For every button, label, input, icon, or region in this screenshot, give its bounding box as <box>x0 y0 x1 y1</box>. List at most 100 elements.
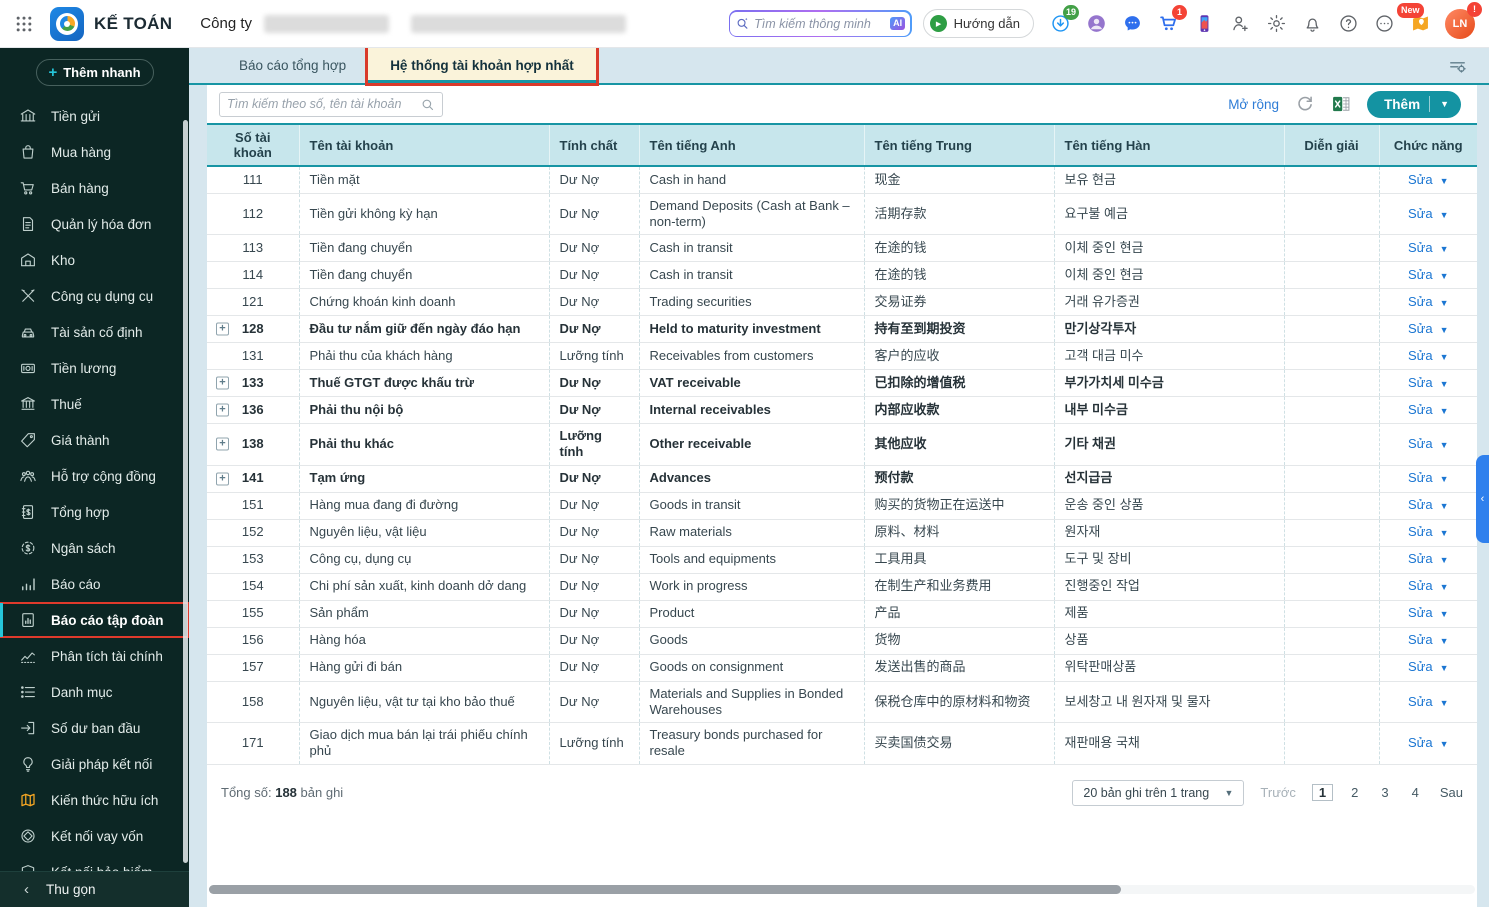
edit-link[interactable]: Sửa <box>1408 321 1433 336</box>
cart-icon[interactable]: 1 <box>1157 5 1187 35</box>
row-menu-caret-icon[interactable]: ▼ <box>1440 636 1449 646</box>
edit-link[interactable]: Sửa <box>1408 470 1433 485</box>
tab-he-thong-tai-khoan-hop-nhat[interactable]: Hệ thống tài khoản hợp nhất <box>365 45 599 86</box>
sidebar-item-tong-hop[interactable]: Tổng hợp <box>0 494 189 530</box>
row-menu-caret-icon[interactable]: ▼ <box>1440 406 1449 416</box>
row-menu-caret-icon[interactable]: ▼ <box>1440 528 1449 538</box>
expand-toggle-icon[interactable]: + <box>216 472 229 485</box>
edit-link[interactable]: Sửa <box>1408 524 1433 539</box>
row-menu-caret-icon[interactable]: ▼ <box>1440 176 1449 186</box>
panel-collapse-handle[interactable]: ‹ <box>1476 455 1489 543</box>
mobile-app-icon[interactable] <box>1193 12 1216 35</box>
page-button-2[interactable]: 2 <box>1346 785 1363 800</box>
add-user-icon[interactable] <box>1229 12 1252 35</box>
sidebar-item-giai-phap-ket-noi[interactable]: Giải pháp kết nối <box>0 746 189 782</box>
whats-new-icon[interactable]: New <box>1397 3 1432 35</box>
expand-link[interactable]: Mở rộng <box>1228 97 1279 112</box>
updates-icon[interactable]: 19 <box>1049 5 1079 35</box>
page-size-select[interactable]: 20 bản ghi trên 1 trang ▼ <box>1072 779 1245 806</box>
row-menu-caret-icon[interactable]: ▼ <box>1440 298 1449 308</box>
sidebar-item-kho[interactable]: Kho <box>0 242 189 278</box>
settings-icon[interactable] <box>1265 12 1288 35</box>
edit-link[interactable]: Sửa <box>1408 578 1433 593</box>
app-logo-icon[interactable] <box>50 6 84 41</box>
sidebar-item-kien-thuc-huu-ich[interactable]: Kiến thức hữu ích <box>0 782 189 818</box>
search-icon[interactable] <box>420 97 435 112</box>
row-menu-caret-icon[interactable]: ▼ <box>1440 440 1449 450</box>
sidebar-item-bao-cao[interactable]: Báo cáo <box>0 566 189 602</box>
row-menu-caret-icon[interactable]: ▼ <box>1440 210 1449 220</box>
page-button-3[interactable]: 3 <box>1376 785 1393 800</box>
expand-toggle-icon[interactable]: + <box>216 376 229 390</box>
edit-link[interactable]: Sửa <box>1408 735 1433 750</box>
row-menu-caret-icon[interactable]: ▼ <box>1440 325 1449 335</box>
row-menu-caret-icon[interactable]: ▼ <box>1440 501 1449 511</box>
edit-link[interactable]: Sửa <box>1408 551 1433 566</box>
edit-link[interactable]: Sửa <box>1408 348 1433 363</box>
row-menu-caret-icon[interactable]: ▼ <box>1440 609 1449 619</box>
sidebar-item-gia-thanh[interactable]: Giá thành <box>0 422 189 458</box>
row-menu-caret-icon[interactable]: ▼ <box>1440 739 1449 749</box>
edit-link[interactable]: Sửa <box>1408 375 1433 390</box>
table-settings-icon[interactable] <box>1448 56 1467 75</box>
sidebar-item-ho-tro-cong-dong[interactable]: Hỗ trợ cộng đồng <box>0 458 189 494</box>
sidebar-item-thue[interactable]: Thuế <box>0 386 189 422</box>
page-button-4[interactable]: 4 <box>1407 785 1424 800</box>
notifications-icon[interactable] <box>1301 12 1324 35</box>
row-menu-caret-icon[interactable]: ▼ <box>1440 271 1449 281</box>
horizontal-scrollbar[interactable] <box>209 885 1475 894</box>
export-excel-icon[interactable] <box>1331 94 1351 114</box>
app-grid-icon[interactable] <box>14 14 34 34</box>
table-search-input[interactable] <box>227 97 420 111</box>
messenger-icon[interactable] <box>1121 12 1144 35</box>
tab-bao-cao-tong-hop[interactable]: Báo cáo tổng hợp <box>217 48 368 83</box>
smart-search-input[interactable] <box>754 16 891 31</box>
add-button[interactable]: Thêm ▼ <box>1367 90 1461 118</box>
refresh-icon[interactable] <box>1295 94 1315 114</box>
guide-button[interactable]: ▶ Hướng dẫn <box>922 9 1034 38</box>
scrollbar-thumb[interactable] <box>209 885 1121 894</box>
help-icon[interactable] <box>1337 12 1360 35</box>
edit-link[interactable]: Sửa <box>1408 402 1433 417</box>
sidebar-item-cong-cu-dung-cu[interactable]: Công cụ dụng cụ <box>0 278 189 314</box>
expand-toggle-icon[interactable]: + <box>216 322 229 336</box>
edit-link[interactable]: Sửa <box>1408 206 1433 221</box>
collapse-sidebar-button[interactable]: ‹ Thu gọn <box>0 871 189 907</box>
row-menu-caret-icon[interactable]: ▼ <box>1440 698 1449 708</box>
sidebar-item-so-du-ban-dau[interactable]: Số dư ban đầu <box>0 710 189 746</box>
row-menu-caret-icon[interactable]: ▼ <box>1440 474 1449 484</box>
row-menu-caret-icon[interactable]: ▼ <box>1440 352 1449 362</box>
sidebar-item-ket-noi-bao-hiem[interactable]: Kết nối bảo hiểm <box>0 854 189 871</box>
sidebar-item-phan-tich-tai-chinh[interactable]: Phân tích tài chính <box>0 638 189 674</box>
sidebar-item-bao-cao-tap-doan[interactable]: Báo cáo tập đoàn <box>0 602 189 638</box>
more-icon[interactable] <box>1373 12 1396 35</box>
chevron-down-icon[interactable]: ▼ <box>1439 99 1458 109</box>
sidebar-item-ban-hang[interactable]: Bán hàng <box>0 170 189 206</box>
sidebar-item-tai-san-co-dinh[interactable]: Tài sản cố định <box>0 314 189 350</box>
profile-avatar-icon[interactable] <box>1085 12 1108 35</box>
sidebar-item-tien-gui[interactable]: Tiền gửi <box>0 98 189 134</box>
edit-link[interactable]: Sửa <box>1408 294 1433 309</box>
sidebar-item-ket-noi-vay-von[interactable]: Kết nối vay vốn <box>0 818 189 854</box>
row-menu-caret-icon[interactable]: ▼ <box>1440 379 1449 389</box>
page-button-1[interactable]: 1 <box>1311 784 1334 801</box>
edit-link[interactable]: Sửa <box>1408 694 1433 709</box>
next-page-button[interactable]: Sau <box>1440 785 1463 800</box>
row-menu-caret-icon[interactable]: ▼ <box>1440 555 1449 565</box>
edit-link[interactable]: Sửa <box>1408 436 1433 451</box>
sidebar-item-mua-hang[interactable]: Mua hàng <box>0 134 189 170</box>
expand-toggle-icon[interactable]: + <box>216 403 229 417</box>
row-menu-caret-icon[interactable]: ▼ <box>1440 244 1449 254</box>
expand-toggle-icon[interactable]: + <box>216 437 229 451</box>
edit-link[interactable]: Sửa <box>1408 267 1433 282</box>
row-menu-caret-icon[interactable]: ▼ <box>1440 663 1449 673</box>
sidebar-item-quan-ly-hoa-don[interactable]: Quản lý hóa đơn <box>0 206 189 242</box>
edit-link[interactable]: Sửa <box>1408 632 1433 647</box>
edit-link[interactable]: Sửa <box>1408 497 1433 512</box>
quick-add-button[interactable]: + Thêm nhanh <box>35 59 154 86</box>
edit-link[interactable]: Sửa <box>1408 172 1433 187</box>
edit-link[interactable]: Sửa <box>1408 240 1433 255</box>
edit-link[interactable]: Sửa <box>1408 659 1433 674</box>
sidebar-scrollbar[interactable] <box>183 120 188 863</box>
sidebar-item-tien-luong[interactable]: Tiền lương <box>0 350 189 386</box>
